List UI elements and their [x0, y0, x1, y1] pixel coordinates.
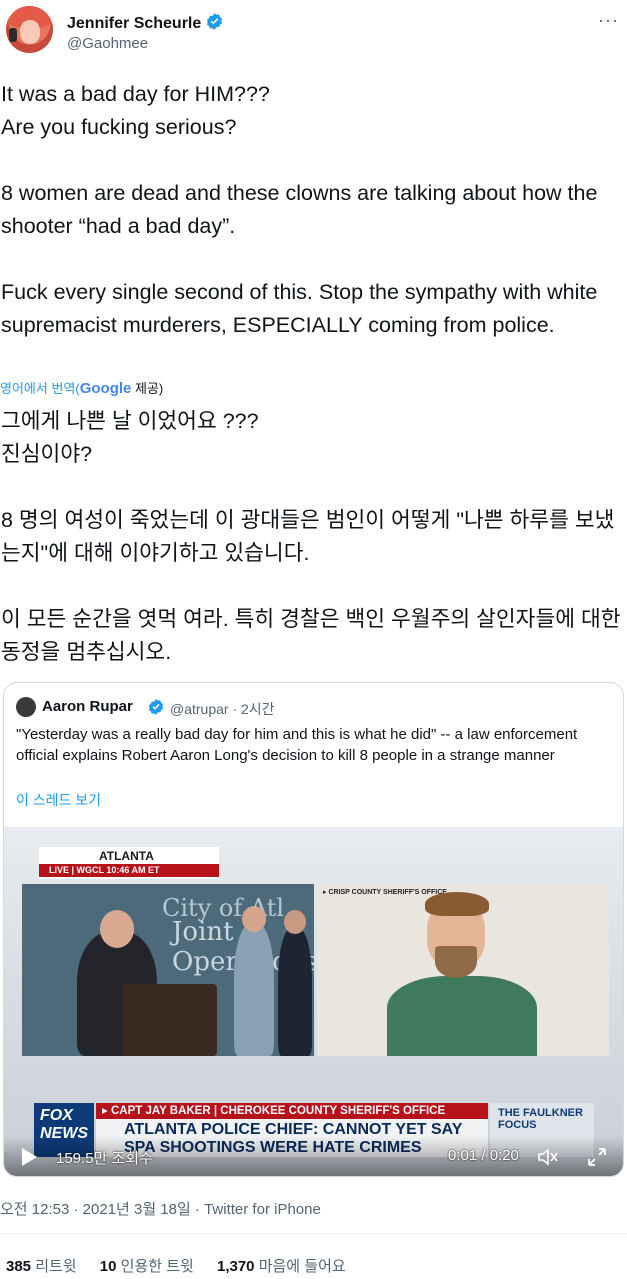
show-thread-link[interactable]: 이 스레드 보기	[16, 790, 101, 810]
mugshot-hair	[425, 892, 489, 916]
live-bar: LIVE | WGCL 10:46 AM ET	[39, 864, 219, 877]
verified-badge-icon	[148, 699, 164, 715]
translated-text: 그에게 나쁜 날 이었어요 ??? 진심이야? 8 명의 여성이 죽었는데 이 …	[1, 409, 621, 664]
video-player[interactable]: ATLANTA LIVE | WGCL 10:46 AM ET City of …	[4, 827, 623, 1176]
likes-count: 1,370	[216, 1258, 255, 1275]
translate-suffix: 제공)	[131, 381, 164, 396]
video-controls: 159.5만 조회수 0:01 / 0:20	[4, 1136, 623, 1176]
location-banner: ATLANTA LIVE | WGCL 10:46 AM ET	[39, 847, 219, 879]
fullscreen-icon[interactable]	[586, 1146, 608, 1168]
mute-icon[interactable]	[537, 1147, 559, 1167]
quoted-author-name[interactable]: Aaron Rupar	[42, 698, 133, 715]
translate-prefix: 영어에서 번역(	[0, 381, 80, 396]
retweets-stat[interactable]: 385 리트윗	[6, 1258, 77, 1275]
location-text: ATLANTA	[99, 849, 154, 863]
quotes-stat[interactable]: 10 인용한 트윗	[100, 1258, 194, 1275]
quoted-author-avatar[interactable]	[16, 697, 36, 717]
tweet-header: Jennifer Scheurle @Gaohmee ···	[0, 0, 627, 62]
likes-stat[interactable]: 1,370 마음에 들어요	[217, 1258, 346, 1275]
quoted-tweet[interactable]: Aaron Rupar @atrupar · 2시간 "Yesterday wa…	[3, 682, 624, 1177]
officer-figure-2	[278, 928, 312, 1056]
tweet-timestamp[interactable]: 오전 12:53 · 2021년 3월 18일 · Twitter for iP…	[0, 1198, 321, 1219]
author-avatar[interactable]	[6, 6, 53, 53]
video-time: 0:01 / 0:20	[448, 1147, 519, 1164]
quotes-count: 10	[99, 1258, 117, 1275]
mugshot-frame: ▸ CRISP COUNTY SHERIFF'S OFFICE	[317, 884, 609, 1056]
retweets-count: 385	[6, 1258, 32, 1275]
officer-head	[242, 906, 266, 932]
author-name[interactable]: Jennifer Scheurle	[67, 12, 224, 33]
divider	[0, 1233, 627, 1234]
officer-figure	[234, 924, 274, 1056]
tweet-stats: 385 리트윗 10 인용한 트윗 1,370 마음에 들어요	[6, 1255, 365, 1276]
more-options-icon[interactable]: ···	[598, 10, 619, 31]
translation-notice[interactable]: 영어에서 번역(Google 제공)	[0, 378, 163, 397]
quotes-label: 인용한 트윗	[120, 1258, 194, 1275]
quoted-handle-time[interactable]: @atrupar · 2시간	[170, 699, 275, 719]
verified-badge-icon	[207, 13, 223, 30]
mugshot-shirt	[387, 976, 537, 1056]
officer-head-2	[284, 910, 306, 934]
mugshot-tag: ▸ CRISP COUNTY SHERIFF'S OFFICE	[323, 889, 447, 896]
author-name-text[interactable]: Jennifer Scheurle	[67, 15, 201, 32]
play-icon[interactable]	[22, 1148, 37, 1166]
mugshot-beard	[435, 946, 477, 978]
side-show-name: THE FAULKNER FOCUS	[498, 1107, 583, 1131]
podium	[122, 984, 217, 1056]
press-conference-frame: City of Atl Joint Operations	[22, 884, 314, 1056]
quoted-tweet-text: "Yesterday was a really bad day for him …	[16, 726, 578, 764]
view-count: 159.5만 조회수	[56, 1150, 153, 1167]
speaker-strap: ▸ CAPT JAY BAKER | CHEROKEE COUNTY SHERI…	[96, 1103, 488, 1119]
speaker-head	[100, 910, 134, 948]
tweet-text: It was a bad day for HIM??? Are you fuck…	[1, 82, 598, 337]
google-logo: Google	[79, 380, 132, 397]
author-handle[interactable]: @Gaohmee	[67, 35, 148, 52]
likes-label: 마음에 들어요	[258, 1258, 346, 1275]
retweets-label: 리트윗	[35, 1258, 77, 1275]
